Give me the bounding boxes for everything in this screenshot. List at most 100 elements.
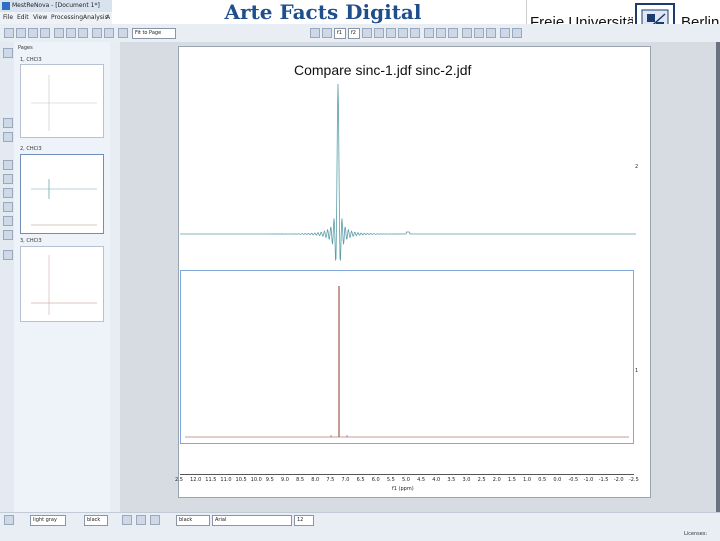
new-icon[interactable] [4, 28, 14, 38]
menu-processing[interactable]: Processing [51, 14, 83, 21]
x-tick-label: 2.0 [492, 477, 501, 483]
right-panel-edge [716, 42, 720, 512]
bottom-toolbar [0, 512, 720, 541]
document-caption: Compare sinc-1.jdf sinc-2.jdf [294, 62, 472, 78]
x-axis-line [180, 474, 634, 475]
line-tool-icon[interactable] [3, 132, 13, 142]
zoom-icon[interactable] [118, 28, 128, 38]
stack-icon[interactable] [462, 28, 472, 38]
x-tick-label: 8.0 [311, 477, 320, 483]
x-tick-label: 5.5 [386, 477, 395, 483]
x-tick-label: -1.5 [598, 477, 609, 483]
arrow-tool-icon[interactable] [3, 174, 13, 184]
x-tick-label: 7.5 [326, 477, 335, 483]
pointer-icon[interactable] [310, 28, 320, 38]
x-tick-label: -0.5 [568, 477, 579, 483]
x-tick-label: 2.5 [477, 477, 486, 483]
pages-scrollbar[interactable] [110, 42, 120, 512]
italic-icon[interactable] [136, 515, 146, 525]
page-thumbnail-3[interactable] [20, 246, 104, 322]
spectrum-1-trace [180, 84, 636, 261]
print-icon[interactable] [40, 28, 50, 38]
align-tool-icon[interactable] [3, 250, 13, 260]
license-status: Licenses: [684, 531, 708, 537]
menu-file[interactable]: File [3, 14, 13, 21]
save-icon[interactable] [28, 28, 38, 38]
apodization-icon[interactable] [436, 28, 446, 38]
page-thumb-label-3: 3, CHCl3 [20, 238, 42, 244]
x-tick-label: 4.0 [432, 477, 441, 483]
x-tick-label: 11.5 [205, 477, 217, 483]
phase-icon[interactable] [398, 28, 408, 38]
arrange-icon[interactable] [486, 28, 496, 38]
x-tick-label: 4.5 [417, 477, 426, 483]
copy-icon[interactable] [66, 28, 76, 38]
fit-page-select[interactable]: Fit to Page [132, 28, 176, 39]
layout-icon[interactable] [500, 28, 510, 38]
baseline-icon[interactable] [410, 28, 420, 38]
menu-analysis[interactable]: Analysis [83, 14, 108, 21]
cut-icon[interactable] [54, 28, 64, 38]
redo-icon[interactable] [104, 28, 114, 38]
peak-pick-icon[interactable] [362, 28, 372, 38]
molecule-tool-icon[interactable] [3, 188, 13, 198]
properties-icon[interactable] [512, 28, 522, 38]
underline-icon[interactable] [150, 515, 160, 525]
menu-more[interactable]: A [106, 14, 110, 21]
page-thumb-label-2: 2, CHCl3 [20, 146, 42, 152]
x-tick-label: 6.0 [371, 477, 380, 483]
undo-icon[interactable] [92, 28, 102, 38]
x-tick-label: 0.5 [538, 477, 547, 483]
x-tick-label: -1.0 [583, 477, 594, 483]
font-size-select[interactable]: 12 [294, 515, 314, 526]
x-tick-label: 0.0 [553, 477, 562, 483]
multiplet-icon[interactable] [386, 28, 396, 38]
page-thumbnail-2[interactable] [20, 154, 104, 234]
x-tick-label: -2.0 [613, 477, 624, 483]
x-tick-label: -2.5 [629, 477, 639, 483]
zero-fill-icon[interactable] [448, 28, 458, 38]
hand-icon[interactable] [322, 28, 332, 38]
integral-icon[interactable] [374, 28, 384, 38]
x-tick-label: 12.0 [190, 477, 202, 483]
spectrum-1[interactable] [180, 84, 636, 264]
line-color-select[interactable]: black [176, 515, 210, 526]
window-title: MestReNova - [Document 1*] [12, 2, 100, 9]
x-tick-label: 7.0 [341, 477, 350, 483]
spectrum-2-frame[interactable] [180, 270, 634, 444]
x-tick-label: 5.0 [402, 477, 410, 483]
menu-edit[interactable]: Edit [17, 14, 29, 21]
font-select[interactable]: Arial [212, 515, 292, 526]
menu-view[interactable]: View [33, 14, 47, 21]
spectrum-1-label: 2 [635, 164, 639, 170]
reference-icon[interactable] [424, 28, 434, 38]
x-tick-label: 6.5 [356, 477, 365, 483]
x-tick-label: 8.5 [296, 477, 305, 483]
x-axis-ticks: 2.5 12.0 11.5 11.0 10.5 10.0 9.5 9.0 8.5 8.0 7.5 7.… [175, 477, 639, 485]
pages-pane-label: Pages [18, 45, 33, 51]
table-tool-icon[interactable] [3, 202, 13, 212]
f1-button[interactable]: f1 [334, 28, 346, 39]
color-select[interactable]: light gray [30, 515, 66, 526]
f2-button[interactable]: f2 [348, 28, 360, 39]
fill-select[interactable]: black [84, 515, 108, 526]
menu-bar: File Edit View Processing Analysis A [0, 12, 112, 24]
page-thumbnail-1[interactable] [20, 64, 104, 138]
select-tool-icon[interactable] [3, 48, 13, 58]
x-tick-label: 1.5 [507, 477, 516, 483]
color-tool-icon[interactable] [3, 230, 13, 240]
drawing-select-icon[interactable] [4, 515, 14, 525]
bold-icon[interactable] [122, 515, 132, 525]
x-tick-label: 11.0 [220, 477, 232, 483]
x-tick-label: 1.0 [523, 477, 532, 483]
rectangle-tool-icon[interactable] [3, 160, 13, 170]
open-icon[interactable] [16, 28, 26, 38]
text-tool-icon[interactable] [3, 118, 13, 128]
x-axis-title: f1 (ppm) [392, 486, 414, 492]
image-tool-icon[interactable] [3, 216, 13, 226]
x-tick-label: 3.5 [447, 477, 456, 483]
paste-icon[interactable] [78, 28, 88, 38]
superimpose-icon[interactable] [474, 28, 484, 38]
left-tool-strip [0, 42, 15, 512]
window-title-bar: MestReNova - [Document 1*] [0, 0, 112, 12]
